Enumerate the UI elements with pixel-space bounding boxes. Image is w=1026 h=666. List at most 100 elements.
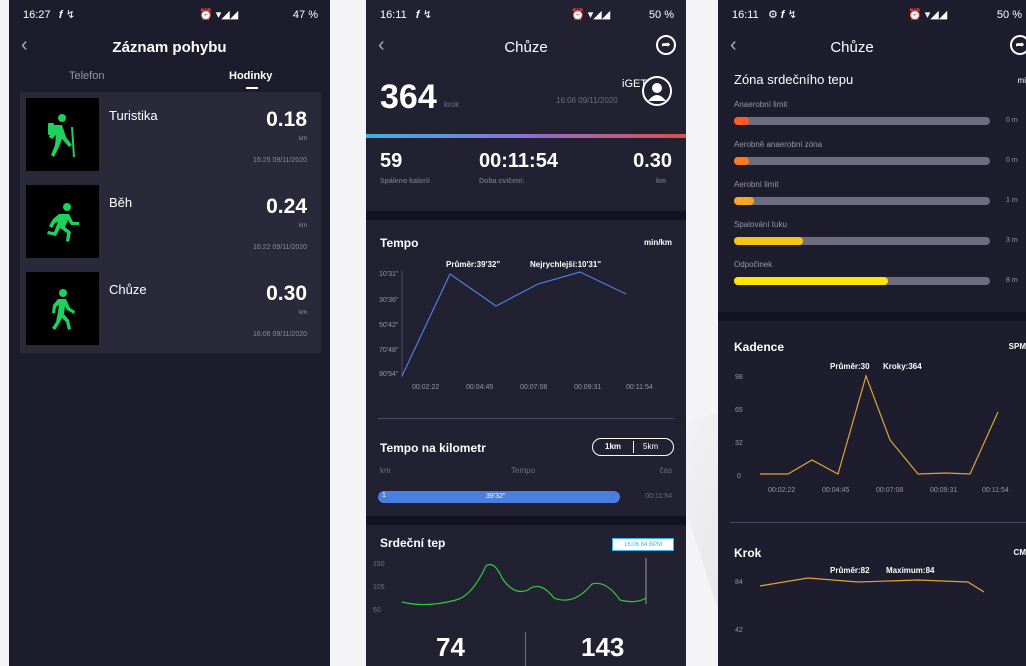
avatar-icon[interactable] <box>642 76 672 106</box>
tab-bar: Telefon Hodinky <box>9 70 330 92</box>
activity-distance: 0.24 <box>266 195 307 218</box>
activity-date: 16:22 09/11/2020 <box>253 244 307 251</box>
activity-date: 16:06 09/11/2020 <box>253 331 307 338</box>
zone-bar-fill <box>734 277 888 285</box>
heart-chart: 150 105 60 <box>373 558 647 614</box>
walking-icon <box>26 272 99 345</box>
zones-unit: mi <box>1017 76 1026 85</box>
distance-unit: km <box>299 223 307 229</box>
zone-value: 3 m <box>1006 237 1018 244</box>
activity-distance: 0.18 <box>266 108 307 131</box>
step-length-y-tick: 42 <box>735 627 743 634</box>
page-title: Chůze <box>830 39 874 56</box>
cadence-x-tick: 00:02:22 <box>768 487 795 494</box>
distance-toggle[interactable]: 1km 5km <box>592 438 674 456</box>
duration-value: 00:11:54 <box>479 150 558 172</box>
km-tempo: 39'32" <box>486 493 506 500</box>
tempo-y-tick: 30'36" <box>379 297 399 304</box>
status-time: 16:11 <box>732 9 759 21</box>
notification-icons: ⚙ 𝒇 ↯ <box>768 9 797 21</box>
hiking-icon <box>26 98 99 171</box>
tab-telefon[interactable]: Telefon <box>69 70 104 82</box>
step-length-unit: CM <box>1013 548 1026 557</box>
calories-value: 59 <box>380 150 403 172</box>
section-divider <box>718 312 1026 321</box>
activity-date: 16:25 09/11/2020 <box>253 157 307 164</box>
activity-card-beh[interactable]: Běh 0.24 km 16:22 09/11/2020 <box>20 179 321 266</box>
divider <box>730 522 1026 523</box>
distance-unit: km <box>299 310 307 316</box>
share-icon[interactable]: ➦ <box>1010 35 1026 55</box>
toggle-separator <box>633 441 634 453</box>
phone-activity-list: 16:27 𝒇 ↯ ⏰ ▾◢◢ 47 % ‹ Záznam pohybu Tel… <box>9 0 330 666</box>
duration-label: Doba cvičení: <box>479 178 525 185</box>
activity-name: Chůze <box>109 282 147 297</box>
zone-bar <box>734 197 990 205</box>
tempo-y-tick: 90'54" <box>379 371 399 378</box>
toggle-1km[interactable]: 1km <box>605 442 621 451</box>
toggle-5km[interactable]: 5km <box>643 442 658 451</box>
section-divider <box>366 516 686 525</box>
cadence-chart: 98 65 32 0 00:02:22 00:04:45 00:07:08 00… <box>735 374 1009 494</box>
zone-label: Odpočinek <box>734 260 773 269</box>
tempo-y-tick: 70'48" <box>379 347 399 354</box>
heart-line <box>401 563 647 606</box>
tempo-x-tick: 00:07:08 <box>520 384 547 391</box>
cadence-unit: SPM <box>1008 342 1026 351</box>
zone-bar <box>734 237 990 245</box>
notification-icons: 𝒇 ↯ <box>59 9 76 21</box>
share-icon[interactable]: ➦ <box>656 35 676 55</box>
tempo-title: Tempo <box>380 236 419 250</box>
device-datetime: 16:06 09/11/2020 <box>556 96 618 105</box>
cadence-y-tick: 98 <box>735 374 743 381</box>
per-km-title: Tempo na kilometr <box>380 441 486 455</box>
running-icon <box>26 185 99 258</box>
zone-value: 0 m <box>1006 117 1018 124</box>
header: ‹ Chůze ➦ <box>718 30 1026 66</box>
cadence-x-tick: 00:11:54 <box>982 487 1009 494</box>
zone-bar <box>734 157 990 165</box>
cadence-y-tick: 32 <box>735 440 743 447</box>
status-time: 16:11 <box>380 9 407 21</box>
tab-hodinky[interactable]: Hodinky <box>229 70 272 82</box>
zone-bar-fill <box>734 237 804 245</box>
heart-title: Srdeční tep <box>380 536 446 550</box>
tempo-x-tick: 00:11:54 <box>626 384 653 391</box>
status-bar: 16:11 𝒇 ↯ ⏰ ▾◢◢ 50 % <box>366 0 686 30</box>
cadence-x-tick: 00:09:31 <box>930 487 957 494</box>
zone-bar-fill <box>734 117 750 125</box>
divider <box>525 632 526 666</box>
activity-name: Běh <box>109 195 133 210</box>
activity-distance: 0.30 <box>266 282 307 305</box>
divider <box>378 418 674 419</box>
zone-bar <box>734 277 990 285</box>
activity-name: Turistika <box>109 108 158 123</box>
header: ‹ Záznam pohybu <box>9 30 330 66</box>
phone-walk-detail: 16:11 𝒇 ↯ ⏰ ▾◢◢ 50 % ‹ Chůze ➦ 364 krok … <box>366 0 686 666</box>
activity-card-turistika[interactable]: Turistika 0.18 km 16:25 09/11/2020 <box>20 92 321 179</box>
zone-value: 0 m <box>1006 157 1018 164</box>
tempo-y-tick: 50'42" <box>379 322 399 329</box>
alarm-wifi-signal-icons: ⏰ ▾◢◢ <box>199 9 239 21</box>
step-length-y-tick: 84 <box>735 579 743 586</box>
cadence-line <box>760 374 999 475</box>
distance-label: km <box>656 178 667 185</box>
cadence-x-tick: 00:07:08 <box>876 487 903 494</box>
heart-min-value: 74 <box>436 632 465 662</box>
tempo-chart: 10'31" 30'36" 50'42" 70'48" 90'54" 00:02… <box>379 270 653 391</box>
zone-bar-fill <box>734 197 755 205</box>
alarm-wifi-signal-icons: ⏰ ▾◢◢ <box>908 9 948 21</box>
calories-label: Spáleno kalorií <box>380 178 430 185</box>
status-bar: 16:27 𝒇 ↯ ⏰ ▾◢◢ 47 % <box>9 0 330 30</box>
tempo-line <box>401 271 627 377</box>
heart-y-tick: 105 <box>373 584 385 591</box>
status-time: 16:27 <box>23 9 51 21</box>
zone-label: Anaerobní limit <box>734 100 788 109</box>
alarm-wifi-signal-icons: ⏰ ▾◢◢ <box>571 9 611 21</box>
zone-bar-fill <box>734 157 750 165</box>
zone-bar <box>734 117 990 125</box>
zones-title: Zóna srdečního tepu <box>734 72 854 87</box>
step-length-title: Krok <box>734 546 762 560</box>
activity-card-chuze[interactable]: Chůze 0.30 km 16:06 09/11/2020 <box>20 266 321 353</box>
battery-level: 47 % <box>292 9 318 21</box>
